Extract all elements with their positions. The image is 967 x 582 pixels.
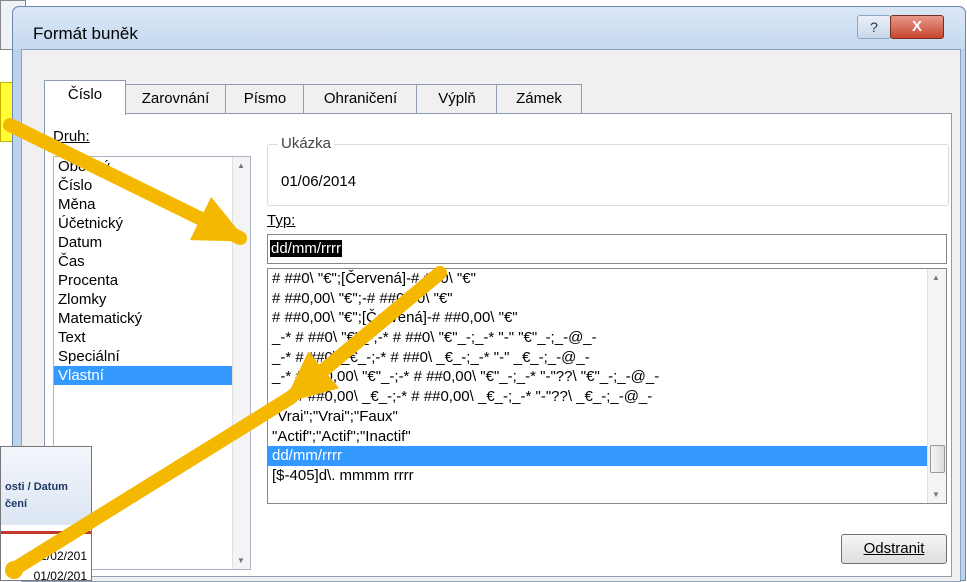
druh-item[interactable]: Vlastní [54, 366, 250, 385]
tab-pismo[interactable]: Písmo [225, 84, 305, 113]
excel-sheet-fragment: osti / Datum čení 01/02/201 01/02/201 [0, 446, 92, 581]
tab-vypln[interactable]: Výplň [416, 84, 498, 113]
dialog-title: Formát buněk [33, 24, 138, 43]
format-item[interactable]: "Vrai";"Vrai";"Faux" [268, 407, 946, 427]
format-item[interactable]: _-* # ##0\ _€_-;-* # ##0\ _€_-;_-* "-" _… [268, 348, 946, 368]
excel-red-line [1, 531, 91, 534]
scroll-down-icon[interactable]: ▼ [237, 556, 245, 565]
help-button[interactable]: ? [857, 15, 891, 39]
format-cells-dialog: Formát buněk ? X Číslo Zarovnání Písmo O… [12, 6, 966, 582]
tab-ohraniceni[interactable]: Ohraničení [303, 84, 418, 113]
scroll-up-icon[interactable]: ▲ [932, 273, 940, 282]
druh-item[interactable]: Měna [54, 195, 250, 214]
druh-item[interactable]: Text [54, 328, 250, 347]
druh-item[interactable]: Datum [54, 233, 250, 252]
druh-label: Druh: [53, 128, 90, 145]
excel-cell: 01/02/201 [33, 549, 87, 563]
druh-item[interactable]: Čas [54, 252, 250, 271]
format-item[interactable]: _-* # ##0\ "€"_-;-* # ##0\ "€"_-;_-* "-"… [268, 328, 946, 348]
druh-item[interactable]: Číslo [54, 176, 250, 195]
delete-button-label: Odstranit [863, 540, 925, 557]
sample-group: Ukázka 01/06/2014 [267, 135, 949, 206]
excel-header: osti / Datum čení [1, 447, 91, 525]
druh-item[interactable]: Matematický [54, 309, 250, 328]
sample-label: Ukázka [278, 135, 335, 152]
druh-scrollbar[interactable]: ▲ ▼ [232, 157, 250, 569]
format-item[interactable]: # ##0\ "€";[Červená]-# ##0\ "€" [268, 269, 946, 289]
close-button[interactable]: X [890, 15, 944, 39]
format-item[interactable]: _-* # ##0,00\ "€"_-;-* # ##0,00\ "€"_-;_… [268, 367, 946, 387]
format-scrollbar[interactable]: ▲ ▼ [927, 269, 946, 503]
druh-item[interactable]: Účetnický [54, 214, 250, 233]
druh-item[interactable]: Procenta [54, 271, 250, 290]
title-bar: Formát buněk ? X [13, 7, 965, 49]
druh-item[interactable]: Zlomky [54, 290, 250, 309]
typ-label: Typ: [267, 212, 296, 229]
delete-button[interactable]: Odstranit [841, 534, 947, 564]
format-item[interactable]: # ##0,00\ "€";[Červená]-# ##0,00\ "€" [268, 308, 946, 328]
tab-panel-cislo: Druh: Obecný Číslo Měna Účetnický Datum Čas Pr… [44, 113, 952, 577]
format-item[interactable]: # ##0,00\ "€";-# ##0,00\ "€" [268, 289, 946, 309]
format-items: # ##0\ "€";[Červená]-# ##0\ "€" # ##0,00\… [268, 269, 946, 486]
druh-items: Obecný Číslo Měna Účetnický Datum Čas Procenta… [54, 157, 250, 385]
sample-value: 01/06/2014 [281, 173, 357, 190]
typ-input-value: dd/mm/rrrr [270, 240, 342, 257]
tab-cislo[interactable]: Číslo [44, 80, 126, 115]
format-item[interactable]: [$-405]d\. mmmm rrrr [268, 466, 946, 486]
excel-header-line: osti / Datum [5, 481, 68, 493]
scroll-down-icon[interactable]: ▼ [932, 490, 940, 499]
scroll-up-icon[interactable]: ▲ [237, 161, 245, 170]
excel-header-line: čení [5, 498, 28, 510]
format-item[interactable]: "Actif";"Actif";"Inactif" [268, 427, 946, 447]
tab-zamek[interactable]: Zámek [496, 84, 582, 113]
druh-item[interactable]: Obecný [54, 157, 250, 176]
druh-item[interactable]: Speciální [54, 347, 250, 366]
format-item[interactable]: dd/mm/rrrr [268, 446, 946, 466]
format-item[interactable]: _-* # ##0,00\ _€_-;-* # ##0,00\ _€_-;_-*… [268, 387, 946, 407]
excel-header-text: osti / Datum čení [5, 479, 68, 513]
excel-cell: 01/02/201 [33, 569, 87, 581]
tab-zarovnani[interactable]: Zarovnání [124, 84, 227, 113]
dialog-client: Číslo Zarovnání Písmo Ohraničení Výplň Z… [21, 49, 961, 582]
typ-input[interactable]: dd/mm/rrrr [267, 234, 947, 264]
format-listbox[interactable]: # ##0\ "€";[Červená]-# ##0\ "€" # ##0,00\… [267, 268, 947, 504]
scroll-thumb[interactable] [930, 445, 945, 473]
